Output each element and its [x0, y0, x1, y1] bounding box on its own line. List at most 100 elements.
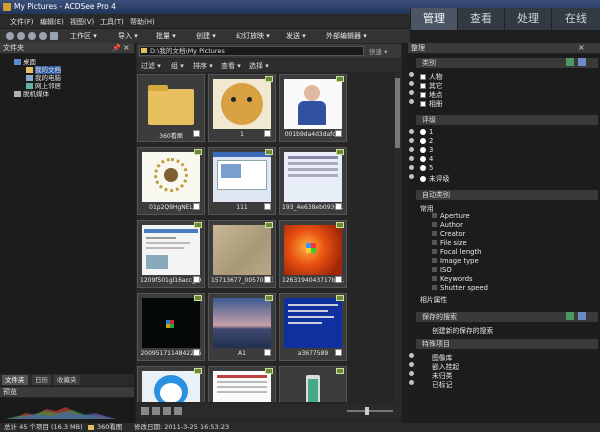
toolbar-batch[interactable]: 批量 ▾: [156, 31, 176, 41]
pin-icon[interactable]: [409, 90, 414, 95]
auto-creator[interactable]: Creator: [432, 230, 465, 238]
thumbnail-item[interactable]: 1263194043717b4c...: [279, 220, 347, 288]
zoom-slider-handle[interactable]: [365, 407, 369, 415]
auto-focal-length[interactable]: Focal length: [432, 248, 481, 256]
toolbar-slideshow[interactable]: 幻灯放映 ▾: [236, 31, 270, 41]
compare-icon[interactable]: [163, 407, 171, 415]
rating-1[interactable]: 1: [420, 128, 433, 136]
select-checkbox[interactable]: [335, 349, 342, 356]
auto-keywords[interactable]: Keywords: [432, 275, 473, 283]
sync-icon[interactable]: [578, 58, 586, 66]
add-category-icon[interactable]: [566, 58, 574, 66]
view-button[interactable]: 查看 ▾: [221, 61, 241, 71]
rating-4[interactable]: 4: [420, 155, 433, 163]
quick-search-dropdown[interactable]: 快速 ▾: [369, 46, 387, 56]
pin-icon[interactable]: [409, 362, 414, 367]
pin-icon[interactable]: [409, 156, 414, 161]
sort-button[interactable]: 排序 ▾: [193, 61, 213, 71]
menu-help[interactable]: 帮助(H): [130, 17, 155, 27]
mode-manage[interactable]: 管理: [410, 8, 457, 30]
auto-image-type[interactable]: Image type: [432, 257, 479, 265]
select-button[interactable]: 选择 ▾: [249, 61, 269, 71]
select-checkbox[interactable]: [264, 130, 271, 137]
thumbnail-item[interactable]: 193_4e638eb0936c...: [279, 147, 347, 215]
select-checkbox[interactable]: [264, 203, 271, 210]
menu-file[interactable]: 文件(F): [10, 17, 34, 27]
thumbnail-scrollbar[interactable]: [394, 74, 401, 402]
zoom-slider[interactable]: [347, 410, 393, 412]
tree-offline-media[interactable]: 脱机媒体: [14, 88, 49, 98]
up-icon[interactable]: [28, 32, 36, 40]
auto-aperture[interactable]: Aperture: [432, 212, 470, 220]
thumbnail-item[interactable]: a3677589: [279, 293, 347, 361]
filter-button[interactable]: 过滤 ▾: [141, 61, 161, 71]
back-icon[interactable]: [6, 32, 14, 40]
mode-view[interactable]: 查看: [457, 8, 504, 30]
thumbnail-item[interactable]: A1: [208, 293, 276, 361]
view-mode-icon[interactable]: [141, 407, 149, 415]
auto-shutter-speed[interactable]: Shutter speed: [432, 284, 488, 292]
rotate-icon[interactable]: [174, 407, 182, 415]
rating-2[interactable]: 2: [420, 137, 433, 145]
select-checkbox[interactable]: [335, 203, 342, 210]
auto-iso[interactable]: ISO: [432, 266, 452, 274]
thumbnail-item[interactable]: [137, 366, 205, 402]
select-checkbox[interactable]: [193, 130, 200, 137]
select-checkbox[interactable]: [264, 276, 271, 283]
toolbar-send[interactable]: 发送 ▾: [286, 31, 306, 41]
thumbnail-item[interactable]: [279, 366, 347, 402]
home-icon[interactable]: [50, 32, 58, 40]
filter-icon[interactable]: [152, 407, 160, 415]
pin-icon[interactable]: [409, 81, 414, 86]
path-input[interactable]: D:\我的文档\My Pictures: [139, 46, 364, 56]
pin-icon[interactable]: 📌: [112, 44, 121, 52]
thumbnail-item[interactable]: 111: [208, 147, 276, 215]
pin-icon[interactable]: [409, 129, 414, 134]
menu-view[interactable]: 视图(V): [70, 17, 94, 27]
toolbar-external-editor[interactable]: 外部编辑器 ▾: [326, 31, 367, 41]
thumbnail-item[interactable]: 360看图: [137, 74, 205, 142]
thumbnail-item[interactable]: 15713677_00570693...: [208, 220, 276, 288]
section-auto-categories[interactable]: 自动类别: [416, 190, 598, 200]
special-tagged[interactable]: 已标记: [432, 379, 452, 389]
close-icon[interactable]: ×: [123, 43, 130, 52]
select-checkbox[interactable]: [335, 276, 342, 283]
pin-icon[interactable]: [409, 353, 414, 358]
thumbnail-item[interactable]: 01p2Q9HgNEL: [137, 147, 205, 215]
tab-calendar[interactable]: 日历: [32, 375, 51, 385]
menu-tools[interactable]: 工具(T): [100, 17, 124, 27]
auto-author[interactable]: Author: [432, 221, 463, 229]
edit-search-icon[interactable]: [578, 312, 586, 320]
refresh-icon[interactable]: [39, 32, 47, 40]
section-special-items[interactable]: 特殊项目: [416, 339, 598, 349]
mode-develop[interactable]: 处理: [504, 8, 551, 30]
pin-icon[interactable]: [409, 174, 414, 179]
pin-icon[interactable]: [409, 147, 414, 152]
auto-group-photo-properties[interactable]: 相片属性: [420, 294, 447, 304]
section-ratings[interactable]: 评级: [416, 115, 598, 125]
tab-favorites[interactable]: 收藏夹: [54, 375, 80, 385]
add-search-icon[interactable]: [566, 312, 574, 320]
category-albums[interactable]: 相册: [420, 98, 443, 108]
menu-edit[interactable]: 编辑(E): [40, 17, 64, 27]
pin-icon[interactable]: [409, 380, 414, 385]
pin-icon[interactable]: [409, 72, 414, 77]
rating-3[interactable]: 3: [420, 146, 433, 154]
close-icon[interactable]: ×: [578, 43, 585, 52]
pin-icon[interactable]: [409, 138, 414, 143]
select-checkbox[interactable]: [335, 130, 342, 137]
rating-5[interactable]: 5: [420, 164, 433, 172]
forward-icon[interactable]: [17, 32, 25, 40]
mode-online[interactable]: 在线: [551, 8, 600, 30]
rating-unrated[interactable]: 未评级: [420, 173, 449, 183]
select-checkbox[interactable]: [193, 276, 200, 283]
pin-icon[interactable]: [409, 165, 414, 170]
tab-folders[interactable]: 文件夹: [2, 375, 28, 385]
toolbar-import[interactable]: 导入 ▾: [118, 31, 138, 41]
select-checkbox[interactable]: [193, 203, 200, 210]
thumbnail-item[interactable]: 001b9da4d3dafc...: [279, 74, 347, 142]
toolbar-create[interactable]: 创建 ▾: [196, 31, 216, 41]
thumbnail-item[interactable]: 1209f501gl16acc_f9...: [137, 220, 205, 288]
create-saved-search-link[interactable]: 创建新的保存的搜索: [432, 325, 493, 335]
pin-icon[interactable]: [409, 371, 414, 376]
